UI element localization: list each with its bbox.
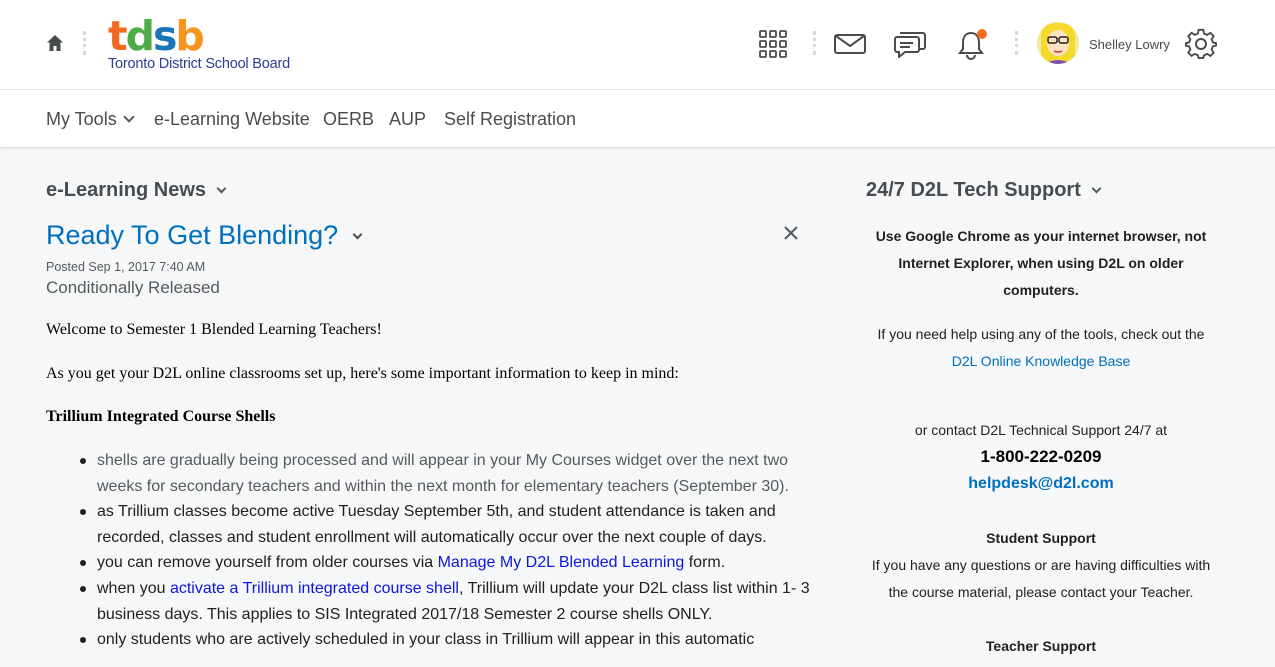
support-phone: 1-800-222-0209: [980, 447, 1102, 466]
gear-icon[interactable]: [1185, 28, 1217, 60]
chevron-down-icon[interactable]: [352, 229, 363, 240]
nav-my-tools[interactable]: My Tools: [46, 109, 135, 130]
list-item: you can remove yourself from older cours…: [80, 550, 812, 576]
home-icon[interactable]: [45, 33, 65, 53]
list-item: only students who are actively scheduled…: [80, 627, 812, 653]
nav-elearning-website[interactable]: e-Learning Website: [154, 109, 310, 130]
knowledge-base-row: D2L Online Knowledge Base: [866, 348, 1216, 375]
knowledge-base-link[interactable]: D2L Online Knowledge Base: [952, 353, 1131, 369]
list-item-text: when you: [97, 579, 170, 597]
chevron-down-icon: [1091, 183, 1102, 194]
chat-icon[interactable]: [894, 30, 926, 58]
apps-grid-icon[interactable]: [759, 30, 787, 58]
lead-text: As you get your D2L online classrooms se…: [46, 365, 679, 382]
nav-self-registration[interactable]: Self Registration: [444, 109, 576, 130]
section-heading: Trillium Integrated Course Shells: [46, 408, 276, 425]
tdsb-logo[interactable]: tdsb Toronto District School Board: [108, 16, 308, 76]
browser-notice: Use Google Chrome as your internet brows…: [866, 223, 1216, 304]
nav-item-label: My Tools: [46, 109, 117, 129]
top-header: tdsb Toronto District School Board Shell…: [0, 0, 1275, 90]
logo-letter: t: [108, 12, 128, 60]
student-support-line: If you have any questions or are having …: [871, 557, 1211, 573]
user-name[interactable]: Shelley Lowry: [1089, 37, 1170, 52]
support-widget-title[interactable]: 24/7 D2L Tech Support: [866, 179, 1102, 202]
divider: [1015, 31, 1018, 55]
list-item: as Trillium classes become active Tuesda…: [80, 499, 812, 550]
widget-title-label: e-Learning News: [46, 179, 207, 201]
info-list: shells are gradually being processed and…: [80, 448, 812, 653]
logo-letter: s: [152, 12, 177, 60]
list-item: when you activate a Trillium integrated …: [80, 576, 812, 627]
chevron-down-icon: [216, 183, 227, 194]
logo-letter: b: [175, 12, 204, 60]
help-text: If you need help using any of the tools,…: [877, 326, 1205, 342]
avatar[interactable]: [1037, 22, 1079, 64]
manage-d2l-link[interactable]: Manage My D2L Blended Learning: [438, 554, 685, 571]
list-item: shells are gradually being processed and…: [80, 448, 812, 499]
divider: [83, 31, 86, 55]
student-support-line: the course material, please contact your…: [888, 584, 1194, 600]
list-item-text: you can remove yourself from older cours…: [97, 554, 438, 572]
logo-wordmark: tdsb: [108, 12, 308, 60]
close-icon[interactable]: [783, 225, 799, 241]
list-item-text: form.: [684, 554, 726, 572]
chevron-down-icon: [123, 111, 135, 123]
nav-aup[interactable]: AUP: [389, 109, 426, 130]
nav-oerb[interactable]: OERB: [323, 109, 374, 130]
news-item-title[interactable]: Ready To Get Blending?: [46, 220, 363, 251]
navigation-bar: My Tools e-Learning Website OERB AUP Sel…: [0, 90, 1275, 148]
logo-subtitle: Toronto District School Board: [108, 56, 290, 72]
divider: [813, 31, 816, 55]
browser-notice-line: computers.: [1003, 282, 1079, 298]
student-support-text: If you have any questions or are having …: [866, 552, 1216, 606]
posted-date: Posted Sep 1, 2017 7:40 AM: [46, 260, 206, 274]
widget-title-label: 24/7 D2L Tech Support: [866, 179, 1081, 201]
news-title-label: Ready To Get Blending?: [46, 220, 339, 250]
teacher-support-heading: Teacher Support: [985, 638, 1097, 654]
browser-notice-line: Internet Explorer, when using D2L on old…: [898, 255, 1184, 271]
support-email-link[interactable]: helpdesk@d2l.com: [968, 475, 1113, 492]
notification-badge: [977, 29, 987, 39]
logo-letter: d: [125, 12, 155, 60]
release-status: Conditionally Released: [46, 278, 220, 297]
student-support-heading: Student Support: [986, 530, 1096, 546]
news-widget-title[interactable]: e-Learning News: [46, 179, 227, 202]
browser-notice-line: Use Google Chrome as your internet brows…: [875, 228, 1207, 244]
email-row: helpdesk@d2l.com: [866, 470, 1216, 497]
contact-text: or contact D2L Technical Support 24/7 at: [914, 422, 1168, 438]
mail-icon[interactable]: [834, 34, 866, 54]
intro-text: Welcome to Semester 1 Blended Learning T…: [46, 321, 382, 338]
activate-shell-link[interactable]: activate a Trillium integrated course sh…: [170, 580, 459, 597]
